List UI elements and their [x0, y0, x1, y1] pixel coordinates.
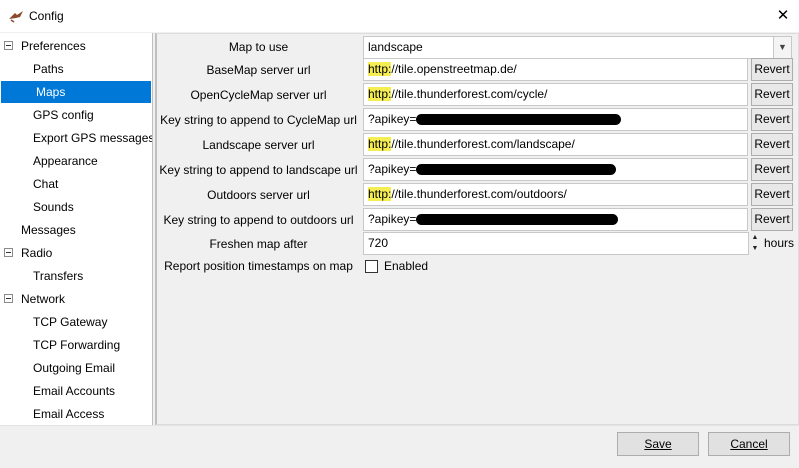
outdoors-key-field[interactable]: ?apikey= — [363, 208, 748, 231]
close-icon[interactable]: ✕ — [770, 5, 796, 27]
outdoors-revert-button[interactable]: Revert — [751, 183, 793, 206]
landscape-key-revert-button[interactable]: Revert — [751, 158, 793, 181]
sidebar-item-email-access[interactable]: Email Access — [32, 403, 104, 425]
landscape-url-label: Landscape server url — [202, 138, 315, 152]
redaction-mark — [416, 164, 617, 176]
sidebar-item-messages[interactable]: Messages — [20, 219, 76, 241]
collapse-icon[interactable] — [4, 248, 13, 257]
save-button-label: Save — [644, 437, 672, 451]
sidebar-item-network[interactable]: Network — [20, 288, 65, 310]
report-timestamps-checkbox-label[interactable]: Enabled — [384, 255, 428, 277]
sidebar-item-export-gps-messages[interactable]: Export GPS messages — [32, 127, 152, 149]
redaction-mark — [416, 114, 622, 126]
report-timestamps-checkbox[interactable] — [365, 260, 378, 273]
window-title: Config — [29, 9, 64, 23]
divider — [0, 425, 799, 426]
freshen-label: Freshen map after — [209, 237, 308, 251]
opencyclemap-url-field[interactable]: http://tile.thunderforest.com/cycle/ — [363, 83, 748, 106]
sidebar-item-radio[interactable]: Radio — [20, 242, 52, 264]
cyclemap-key-field[interactable]: ?apikey= — [363, 108, 748, 131]
basemap-revert-button[interactable]: Revert — [751, 58, 793, 81]
cancel-button-label: Cancel — [730, 437, 768, 451]
cyclemap-key-label: Key string to append to CycleMap url — [160, 113, 357, 127]
outdoors-url-field[interactable]: http://tile.thunderforest.com/outdoors/ — [363, 183, 748, 206]
title-bar: Config ✕ — [0, 0, 799, 32]
landscape-key-label: Key string to append to landscape url — [159, 163, 358, 177]
save-button[interactable]: Save — [617, 432, 699, 456]
freshen-input[interactable]: 720 — [363, 232, 749, 255]
basemap-url-label: BaseMap server url — [206, 63, 311, 77]
cyclemap-key-revert-button[interactable]: Revert — [751, 108, 793, 131]
sidebar-item-outgoing-email[interactable]: Outgoing Email — [32, 357, 115, 379]
maps-settings-panel: Map to use landscape ▼ BaseMap server ur… — [157, 33, 799, 425]
cancel-button[interactable]: Cancel — [708, 432, 790, 456]
sidebar-item-sounds[interactable]: Sounds — [32, 196, 74, 218]
basemap-url-field[interactable]: http://tile.openstreetmap.de/ — [363, 58, 748, 81]
report-timestamps-label: Report position timestamps on map — [164, 259, 353, 273]
landscape-revert-button[interactable]: Revert — [751, 133, 793, 156]
map-to-use-label: Map to use — [228, 40, 289, 54]
sidebar-item-appearance[interactable]: Appearance — [32, 150, 98, 172]
gps-app-icon — [9, 11, 23, 23]
collapse-icon[interactable] — [4, 41, 13, 50]
outdoors-key-label: Key string to append to outdoors url — [163, 213, 354, 227]
outdoors-url-label: Outdoors server url — [207, 188, 310, 202]
sidebar-item-tcp-forwarding[interactable]: TCP Forwarding — [32, 334, 120, 356]
landscape-key-field[interactable]: ?apikey= — [363, 158, 748, 181]
collapse-icon[interactable] — [4, 294, 13, 303]
spin-arrows-icon[interactable]: ▲ ▼ — [750, 232, 760, 255]
opencyclemap-url-label: OpenCycleMap server url — [190, 88, 327, 102]
sidebar-item-transfers[interactable]: Transfers — [32, 265, 83, 287]
opencyclemap-revert-button[interactable]: Revert — [751, 83, 793, 106]
chevron-down-icon[interactable]: ▼ — [773, 37, 791, 58]
sidebar-item-email-accounts[interactable]: Email Accounts — [32, 380, 115, 402]
landscape-url-field[interactable]: http://tile.thunderforest.com/landscape/ — [363, 133, 748, 156]
sidebar-item-paths[interactable]: Paths — [32, 58, 64, 80]
sidebar-item-chat[interactable]: Chat — [32, 173, 58, 195]
map-to-use-select[interactable]: landscape ▼ — [363, 36, 792, 59]
sidebar-item-gps-config[interactable]: GPS config — [32, 104, 94, 126]
sidebar-item-preferences[interactable]: Preferences — [20, 35, 86, 57]
redaction-mark — [416, 214, 619, 226]
config-tree: Preferences Paths Maps GPS config Export GPS… — [0, 33, 153, 425]
outdoors-key-revert-button[interactable]: Revert — [751, 208, 793, 231]
freshen-unit: hours — [764, 236, 795, 250]
sidebar-item-tcp-gateway[interactable]: TCP Gateway — [32, 311, 107, 333]
sidebar-item-maps[interactable]: Maps — [1, 81, 151, 103]
